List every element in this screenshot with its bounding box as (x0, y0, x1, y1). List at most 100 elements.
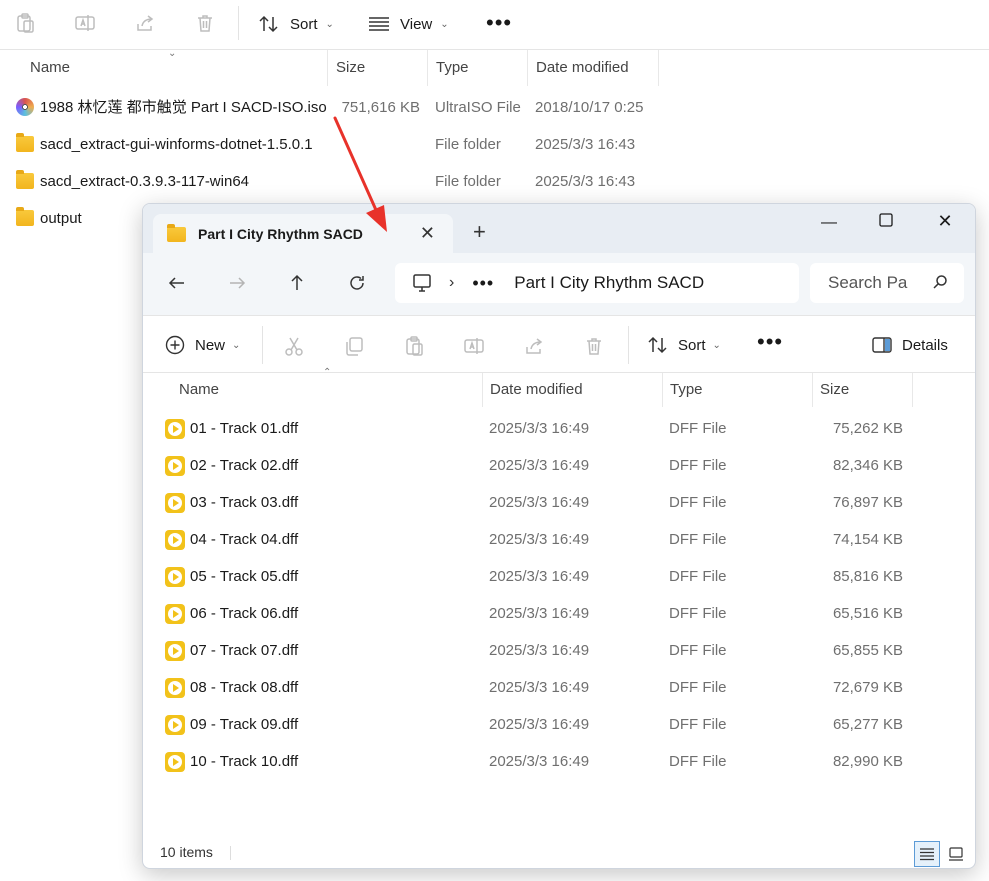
dff-audio-icon (165, 641, 185, 661)
breadcrumb-current[interactable]: Part I City Rhythm SACD (514, 273, 704, 293)
table-row[interactable]: 07 - Track 07.dff 2025/3/3 16:49 DFF Fil… (143, 632, 975, 669)
delete-icon[interactable] (194, 12, 216, 34)
chevron-down-icon: ⌄ (232, 339, 241, 351)
table-row[interactable]: 01 - Track 01.dff 2025/3/3 16:49 DFF Fil… (143, 410, 975, 447)
more-options-button[interactable]: ••• (757, 329, 783, 355)
dff-audio-icon (165, 678, 185, 698)
file-name: 02 - Track 02.dff (190, 457, 299, 474)
column-header-size[interactable]: Size (813, 373, 913, 407)
column-header-type[interactable]: Type (663, 373, 813, 407)
paste-icon[interactable] (403, 335, 425, 357)
file-type: DFF File (669, 642, 727, 659)
background-toolbar: Sort ⌄ View ⌄ ••• (0, 0, 989, 50)
chevron-down-icon: ⌄ (440, 18, 449, 30)
table-row[interactable]: 05 - Track 05.dff 2025/3/3 16:49 DFF Fil… (143, 558, 975, 595)
refresh-icon (350, 276, 364, 290)
file-name: 1988 林忆莲 都市触觉 Part I SACD-ISO.iso (40, 99, 327, 116)
rename-icon[interactable] (463, 335, 485, 357)
up-button[interactable] (285, 273, 309, 297)
breadcrumb-overflow[interactable]: ••• (472, 273, 494, 294)
table-row[interactable]: 02 - Track 02.dff 2025/3/3 16:49 DFF Fil… (143, 447, 975, 484)
delete-icon[interactable] (583, 335, 605, 357)
table-row[interactable]: 06 - Track 06.dff 2025/3/3 16:49 DFF Fil… (143, 595, 975, 632)
file-name: 09 - Track 09.dff (190, 716, 299, 733)
table-row[interactable]: 09 - Track 09.dff 2025/3/3 16:49 DFF Fil… (143, 706, 975, 743)
file-date: 2025/3/3 16:43 (535, 173, 636, 190)
tab-part-i-city-rhythm-sacd[interactable]: Part I City Rhythm SACD ✕ (153, 214, 453, 254)
file-size: 72,679 KB (832, 679, 903, 696)
sort-button[interactable]: Sort ⌄ (647, 333, 721, 357)
file-size: 65,516 KB (832, 605, 903, 622)
search-input[interactable]: Search Part I City Rhythm SACD (810, 263, 964, 303)
file-date: 2025/3/3 16:49 (489, 605, 590, 622)
list-item[interactable]: sacd_extract-gui-winforms-dotnet-1.5.0.1… (0, 126, 660, 163)
new-button[interactable]: New ⌄ (165, 333, 240, 357)
file-name: sacd_extract-gui-winforms-dotnet-1.5.0.1 (40, 136, 313, 153)
forward-button[interactable] (225, 273, 249, 297)
back-button[interactable] (165, 273, 189, 297)
file-name: 05 - Track 05.dff (190, 568, 299, 585)
file-size: 75,262 KB (832, 420, 903, 437)
cut-icon[interactable] (283, 335, 305, 357)
sort-icon (648, 336, 667, 354)
file-type: UltraISO File (435, 99, 521, 116)
column-header-name[interactable]: Name (22, 50, 328, 86)
share-icon[interactable] (134, 12, 156, 34)
details-view-button[interactable] (914, 841, 940, 867)
list-item[interactable]: 1988 林忆莲 都市触觉 Part I SACD-ISO.iso 751,61… (0, 89, 660, 126)
up-arrow-icon (291, 274, 303, 290)
view-button[interactable]: View ⌄ (368, 12, 449, 36)
table-row[interactable]: 04 - Track 04.dff 2025/3/3 16:49 DFF Fil… (143, 521, 975, 558)
file-type: DFF File (669, 457, 727, 474)
more-options-button[interactable]: ••• (486, 10, 512, 36)
file-name: 08 - Track 08.dff (190, 679, 299, 696)
sort-label: Sort (290, 15, 318, 33)
close-tab-icon[interactable]: ✕ (420, 223, 435, 244)
file-size: 65,855 KB (832, 642, 903, 659)
chevron-down-icon: ⌄ (325, 18, 334, 30)
view-label: View (400, 15, 433, 33)
file-size: 85,816 KB (832, 568, 903, 585)
column-header-date[interactable]: Date modified (528, 50, 659, 86)
sort-button[interactable]: Sort ⌄ (258, 12, 334, 36)
share-icon[interactable] (523, 335, 545, 357)
file-type: File folder (435, 136, 501, 153)
table-row[interactable]: 10 - Track 10.dff 2025/3/3 16:49 DFF Fil… (143, 743, 975, 780)
file-size: 82,990 KB (832, 753, 903, 770)
paste-icon[interactable] (14, 12, 36, 34)
column-header-name[interactable]: Name (172, 373, 483, 407)
view-icon (369, 17, 389, 31)
details-pane-icon (872, 337, 892, 353)
details-view-icon (920, 848, 934, 861)
new-label: New (195, 336, 226, 354)
minimize-button[interactable]: — (817, 214, 841, 232)
column-header-date[interactable]: Date modified (483, 373, 663, 407)
details-pane-button[interactable]: Details (872, 333, 948, 357)
tiles-view-icon (949, 847, 963, 861)
forward-arrow-icon (230, 277, 246, 289)
sort-label: Sort (678, 336, 706, 354)
folder-icon (167, 223, 186, 242)
tiles-view-button[interactable] (943, 841, 969, 867)
address-bar[interactable]: › ••• Part I City Rhythm SACD (395, 263, 799, 303)
file-name: 10 - Track 10.dff (190, 753, 299, 770)
toolbar-separator (238, 6, 239, 40)
file-type: DFF File (669, 494, 727, 511)
folder-icon (16, 207, 34, 226)
close-window-button[interactable]: ✕ (933, 211, 957, 232)
rename-icon[interactable] (74, 12, 96, 34)
file-date: 2025/3/3 16:49 (489, 642, 590, 659)
file-type: DFF File (669, 568, 727, 585)
file-date: 2025/3/3 16:49 (489, 753, 590, 770)
toolbar-separator (262, 326, 263, 364)
list-item[interactable]: sacd_extract-0.3.9.3-117-win64 File fold… (0, 163, 660, 200)
new-tab-button[interactable]: + (473, 221, 486, 243)
maximize-button[interactable] (874, 213, 898, 232)
copy-icon[interactable] (343, 335, 365, 357)
column-header-type[interactable]: Type (428, 50, 528, 86)
table-row[interactable]: 03 - Track 03.dff 2025/3/3 16:49 DFF Fil… (143, 484, 975, 521)
navigation-bar: › ••• Part I City Rhythm SACD Search Par… (143, 253, 975, 315)
refresh-button[interactable] (345, 273, 369, 297)
column-header-size[interactable]: Size (328, 50, 428, 86)
table-row[interactable]: 08 - Track 08.dff 2025/3/3 16:49 DFF Fil… (143, 669, 975, 706)
